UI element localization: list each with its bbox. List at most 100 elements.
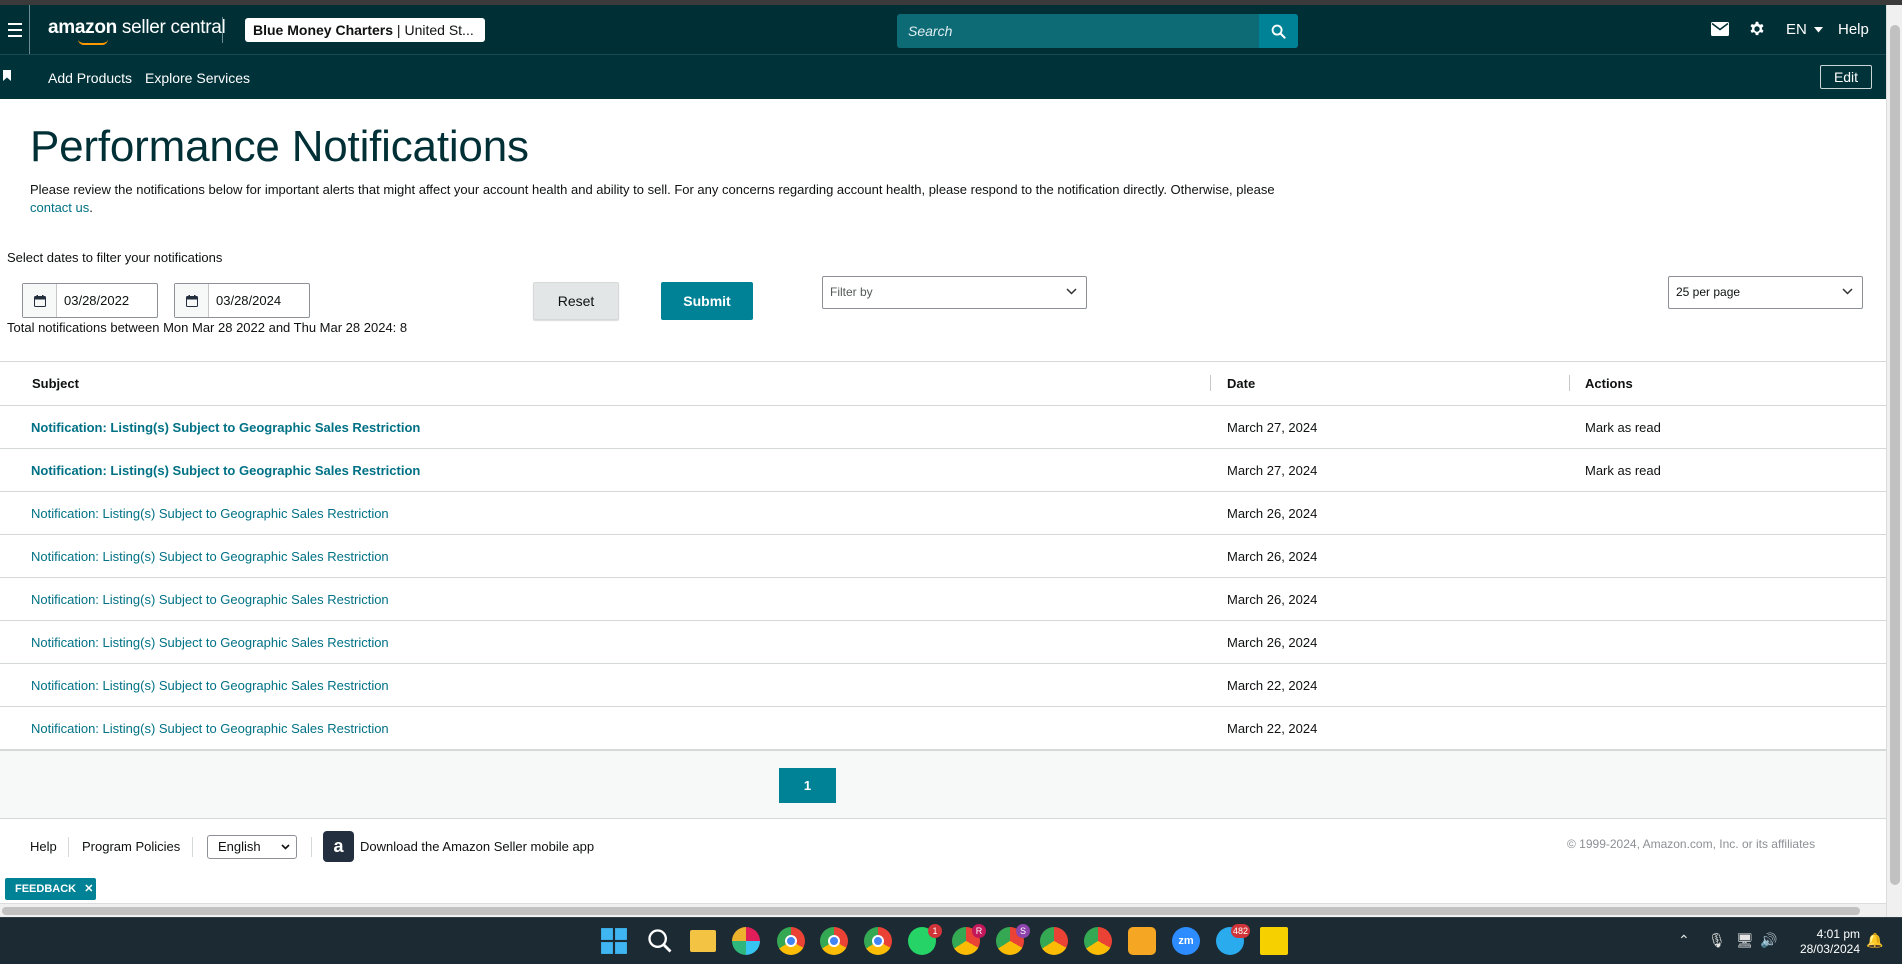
chevron-down-icon — [1066, 288, 1077, 295]
account-name: Blue Money Charters — [253, 22, 394, 38]
end-date-value: 03/28/2024 — [216, 293, 282, 308]
submit-button[interactable]: Submit — [661, 282, 753, 320]
column-header-date[interactable]: Date — [1227, 376, 1255, 391]
scrollbar-thumb[interactable] — [1890, 25, 1900, 885]
network-icon[interactable]: 🖥 — [1736, 932, 1754, 949]
total-notifications-text: Total notifications between Mon Mar 28 2… — [7, 320, 408, 335]
notification-subject-link[interactable]: Notification: Listing(s) Subject to Geog… — [31, 721, 389, 736]
footer-language-value: English — [218, 839, 261, 854]
notification-date: March 26, 2024 — [1227, 592, 1318, 607]
file-explorer-icon[interactable] — [690, 930, 716, 952]
description-end: . — [89, 200, 93, 215]
settings-gear-icon[interactable] — [1748, 20, 1766, 38]
nav-link-add-products[interactable]: Add Products — [48, 70, 132, 86]
close-icon[interactable]: ✕ — [84, 883, 93, 895]
search-icon[interactable] — [646, 927, 674, 955]
slack-icon[interactable] — [732, 927, 760, 955]
logo-brand-bold: amazon — [48, 17, 117, 38]
chrome-icon[interactable] — [1040, 927, 1068, 955]
chrome-profile-icon[interactable]: S — [996, 924, 1030, 955]
scrollbar-thumb[interactable] — [2, 907, 1860, 915]
reset-button[interactable]: Reset — [533, 282, 619, 320]
table-body: Notification: Listing(s) Subject to Geog… — [0, 406, 1886, 750]
page-button-current[interactable]: 1 — [779, 768, 836, 803]
start-date-picker[interactable]: 03/28/2022 — [22, 283, 158, 318]
mark-as-read-link[interactable]: Mark as read — [1585, 420, 1661, 435]
notification-subject-link[interactable]: Notification: Listing(s) Subject to Geog… — [31, 635, 389, 650]
filter-by-dropdown[interactable]: Filter by — [822, 276, 1087, 309]
notification-subject-link[interactable]: Notification: Listing(s) Subject to Geog… — [31, 463, 420, 478]
copyright-text: © 1999-2024, Amazon.com, Inc. or its aff… — [1567, 837, 1816, 851]
contact-us-link[interactable]: contact us — [30, 200, 89, 215]
volume-icon[interactable]: 🔊 — [1760, 932, 1777, 949]
nav-link-explore-services[interactable]: Explore Services — [145, 70, 250, 86]
end-date-picker[interactable]: 03/28/2024 — [174, 283, 310, 318]
bookmarks-nav-bar: Add Products Explore Services Edit — [0, 54, 1886, 99]
chrome-profile-icon[interactable]: R — [952, 924, 986, 955]
notification-subject-link[interactable]: Notification: Listing(s) Subject to Geog… — [31, 549, 389, 564]
zoom-icon[interactable]: zm — [1172, 927, 1200, 955]
footer-program-policies-link[interactable]: Program Policies — [82, 839, 180, 854]
notification-subject-link[interactable]: Notification: Listing(s) Subject to Geog… — [31, 420, 420, 435]
taskbar-clock[interactable]: 4:01 pm 28/03/2024 — [1784, 927, 1860, 957]
clock-time: 4:01 pm — [1816, 927, 1860, 941]
caret-down-icon — [1814, 27, 1824, 33]
account-region: | United St... — [393, 22, 474, 38]
pagination-bar: 1 — [0, 750, 1886, 819]
microphone-icon[interactable]: 🎙 — [1708, 932, 1726, 949]
amazon-app-icon[interactable]: a — [323, 831, 354, 862]
chrome-profile-badge: S — [1016, 924, 1030, 938]
table-row: Notification: Listing(s) Subject to Geog… — [0, 535, 1886, 578]
footer-language-select[interactable]: English — [207, 835, 297, 859]
sticky-notes-icon[interactable] — [1260, 927, 1288, 955]
footer-divider — [68, 837, 69, 857]
hamburger-menu-button[interactable] — [0, 5, 30, 54]
horizontal-scrollbar[interactable] — [0, 903, 1886, 917]
chrome-icon[interactable] — [864, 927, 892, 955]
table-row: Notification: Listing(s) Subject to Geog… — [0, 664, 1886, 707]
page-footer: Help Program Policies English a Download… — [0, 820, 1886, 905]
telegram-icon[interactable]: 482 — [1216, 924, 1250, 955]
language-selector[interactable]: EN — [1786, 21, 1824, 38]
help-link[interactable]: Help — [1838, 21, 1869, 38]
notification-subject-link[interactable]: Notification: Listing(s) Subject to Geog… — [31, 678, 389, 693]
top-header-bar: amazon seller central Blue Money Charter… — [0, 5, 1886, 54]
filter-by-placeholder: Filter by — [830, 285, 873, 299]
mail-icon[interactable] — [1711, 22, 1729, 36]
notification-date: March 27, 2024 — [1227, 420, 1318, 435]
chrome-icon[interactable] — [777, 927, 805, 955]
seller-central-logo[interactable]: amazon seller central — [48, 17, 226, 45]
edit-bookmarks-button[interactable]: Edit — [1820, 65, 1872, 89]
account-switcher[interactable]: Blue Money Charters | United St... — [245, 18, 485, 42]
windows-start-icon[interactable] — [600, 927, 628, 955]
feedback-button[interactable]: FEEDBACK ✕ — [5, 878, 96, 900]
notification-date: March 22, 2024 — [1227, 721, 1318, 736]
search-input[interactable] — [897, 14, 1259, 48]
notification-icon[interactable]: 🔔 — [1866, 932, 1883, 949]
notification-date: March 27, 2024 — [1227, 463, 1318, 478]
notification-subject-link[interactable]: Notification: Listing(s) Subject to Geog… — [31, 506, 389, 521]
mark-as-read-link[interactable]: Mark as read — [1585, 463, 1661, 478]
column-header-actions: Actions — [1585, 376, 1633, 391]
notifications-table: Subject Date Actions Notification: Listi… — [0, 361, 1886, 750]
bookmark-icon[interactable] — [3, 70, 11, 81]
column-divider[interactable] — [1569, 375, 1570, 391]
per-page-dropdown[interactable]: 25 per page — [1668, 276, 1863, 309]
column-divider[interactable] — [1210, 375, 1211, 391]
footer-help-link[interactable]: Help — [30, 839, 57, 854]
chevron-up-icon[interactable]: ⌃ — [1678, 932, 1690, 949]
download-app-link[interactable]: Download the Amazon Seller mobile app — [360, 839, 594, 854]
chevron-down-icon — [281, 844, 290, 850]
whatsapp-icon[interactable]: 1 — [908, 924, 942, 955]
chrome-icon[interactable] — [1084, 927, 1112, 955]
column-header-subject[interactable]: Subject — [32, 376, 79, 391]
search-button[interactable] — [1259, 14, 1298, 48]
notification-subject-link[interactable]: Notification: Listing(s) Subject to Geog… — [31, 592, 389, 607]
date-filter-label: Select dates to filter your notification… — [7, 250, 223, 265]
table-header: Subject Date Actions — [0, 362, 1886, 406]
search-icon — [1271, 24, 1286, 39]
description-text: Please review the notifications below fo… — [30, 182, 1275, 197]
vertical-scrollbar[interactable] — [1886, 5, 1902, 917]
chrome-icon[interactable] — [820, 927, 848, 955]
ringcentral-icon[interactable] — [1128, 927, 1156, 955]
